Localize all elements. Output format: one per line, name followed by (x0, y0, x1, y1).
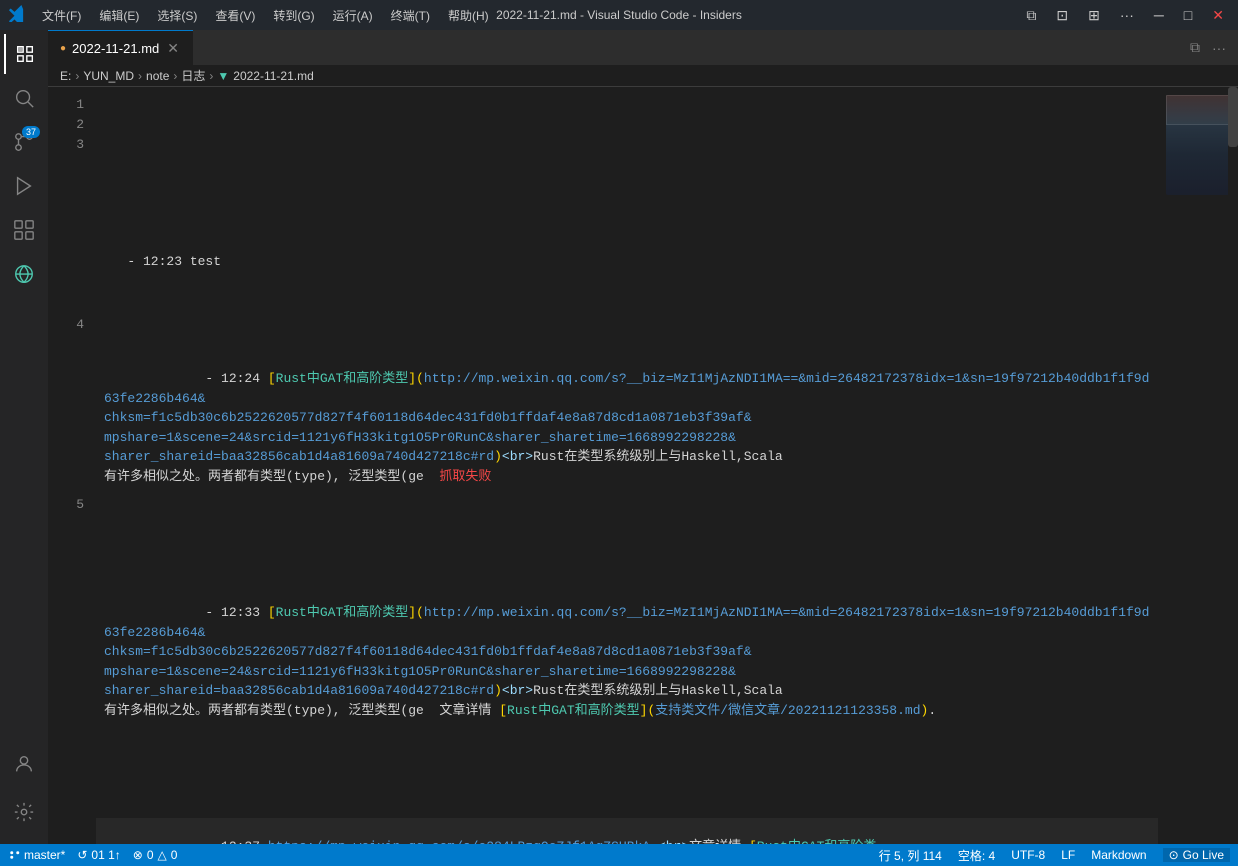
more-btn[interactable]: ··· (1114, 5, 1140, 25)
sidebar-item-remote[interactable] (4, 254, 44, 294)
title-bar-left: 文件(F) 编辑(E) 选择(S) 查看(V) 转到(G) 运行(A) 终端(T… (8, 3, 497, 28)
sidebar-item-git[interactable]: 37 (4, 122, 44, 162)
error-count: 0 (147, 848, 154, 862)
line-num-1: 1 (48, 95, 84, 115)
tab-label: 2022-11-21.md (72, 41, 159, 56)
layout-btn[interactable]: ⧉ (1020, 5, 1042, 26)
breadcrumb-file[interactable]: 2022-11-21.md (233, 69, 314, 83)
spaces-text: 空格: 4 (958, 847, 995, 864)
cursor-position[interactable]: 行 5, 列 114 (879, 847, 942, 864)
encoding-text: UTF-8 (1011, 848, 1045, 862)
editor[interactable]: 1 2 3 4 5 - 12:23 test - 12:24 [Rust中GAT… (48, 87, 1238, 844)
vscode-logo (8, 4, 26, 27)
title-bar: 文件(F) 编辑(E) 选择(S) 查看(V) 转到(G) 运行(A) 终端(T… (0, 0, 1238, 30)
scrollbar-track[interactable] (1228, 87, 1238, 844)
menu-view[interactable]: 查看(V) (207, 3, 263, 28)
go-live-icon: ⊙ (1169, 848, 1179, 862)
menu-file[interactable]: 文件(F) (34, 3, 89, 28)
line-num-4: 4 (48, 315, 84, 335)
line-num-5: 5 (48, 495, 84, 515)
indent-size[interactable]: 空格: 4 (958, 847, 995, 864)
minimap (1158, 87, 1238, 844)
sync-count: 01 1↑ (91, 848, 120, 862)
sidebar-item-explorer[interactable] (4, 34, 44, 74)
line-num-4-spacer (48, 335, 84, 495)
minimize-btn[interactable]: ─ (1148, 5, 1170, 25)
sidebar-item-extensions[interactable] (4, 210, 44, 250)
tab-dot: ● (60, 43, 66, 54)
tab-bar: ● 2022-11-21.md ✕ ⧉ ··· (48, 30, 1238, 65)
line-ending-text: LF (1061, 848, 1075, 862)
menu-goto[interactable]: 转到(G) (265, 3, 322, 28)
menu-bar[interactable]: 文件(F) 编辑(E) 选择(S) 查看(V) 转到(G) 运行(A) 终端(T… (34, 3, 497, 28)
account-icon[interactable] (4, 744, 44, 784)
activity-bar-bottom (4, 744, 44, 844)
menu-terminal[interactable]: 终端(T) (383, 3, 438, 28)
code-line-1 (96, 154, 1158, 174)
tab-actions: ⧉ ··· (1186, 30, 1238, 65)
breadcrumb-arrow-icon: ▼ (217, 69, 229, 83)
warning-count: 0 (171, 848, 178, 862)
code-line-5: - 12:37 https://mp.weixin.qq.com/s/e284L… (96, 818, 1158, 845)
git-branch[interactable]: master* (8, 848, 65, 862)
tab-2022-11-21[interactable]: ● 2022-11-21.md ✕ (48, 30, 193, 65)
activity-bar: 37 (0, 30, 48, 844)
main-layout: 37 (0, 30, 1238, 844)
menu-run[interactable]: 运行(A) (325, 3, 381, 28)
error-status[interactable]: ⊗ 0 △ 0 (133, 848, 178, 862)
more-actions-btn[interactable]: ··· (1208, 36, 1230, 60)
window-title: 2022-11-21.md - Visual Studio Code - Ins… (496, 8, 742, 22)
menu-select[interactable]: 选择(S) (149, 3, 205, 28)
window-controls: ⧉ ⊡ ⊞ ··· ─ □ ✕ (1020, 5, 1230, 26)
editor-area: ● 2022-11-21.md ✕ ⧉ ··· E: › YUN_MD › no… (48, 30, 1238, 844)
layout-btn2[interactable]: ⊡ (1050, 5, 1074, 26)
language-mode[interactable]: Markdown (1091, 848, 1146, 862)
scrollbar-thumb[interactable] (1228, 87, 1238, 147)
breadcrumb: E: › YUN_MD › note › 日志 › ▼ 2022-11-21.m… (48, 65, 1238, 87)
split-editor-btn[interactable]: ⧉ (1186, 35, 1204, 60)
code-editor[interactable]: - 12:23 test - 12:24 [Rust中GAT和高阶类型](htt… (96, 87, 1158, 844)
sync-icon: ↺ (77, 848, 87, 862)
error-icon: ⊗ (133, 848, 143, 862)
line-ending[interactable]: LF (1061, 848, 1075, 862)
go-live[interactable]: ⊙ Go Live (1163, 848, 1230, 862)
language-text: Markdown (1091, 848, 1146, 862)
layout-btn3[interactable]: ⊞ (1082, 5, 1106, 26)
breadcrumb-note[interactable]: note (146, 69, 169, 83)
git-badge: 37 (22, 126, 40, 138)
status-bar-left: master* ↺ 01 1↑ ⊗ 0 △ 0 (8, 848, 177, 862)
menu-help[interactable]: 帮助(H) (440, 3, 497, 28)
code-line-3: - 12:24 [Rust中GAT和高阶类型](http://mp.weixin… (96, 350, 1158, 506)
code-line-4: - 12:33 [Rust中GAT和高阶类型](http://mp.weixin… (96, 584, 1158, 740)
sync-status[interactable]: ↺ 01 1↑ (77, 848, 120, 862)
maximize-btn[interactable]: □ (1178, 5, 1198, 25)
branch-name: master* (24, 848, 65, 862)
status-bar: master* ↺ 01 1↑ ⊗ 0 △ 0 行 5, 列 114 空格: 4… (0, 844, 1238, 866)
sidebar-item-debug[interactable] (4, 166, 44, 206)
line-num-2: 2 (48, 115, 84, 135)
position-text: 行 5, 列 114 (879, 847, 942, 864)
sidebar-item-search[interactable] (4, 78, 44, 118)
line-num-3: 3 (48, 135, 84, 155)
warning-icon: △ (158, 848, 167, 862)
code-line-2: - 12:23 test (96, 252, 1158, 272)
breadcrumb-yunmd[interactable]: YUN_MD (83, 69, 134, 83)
status-bar-right: 行 5, 列 114 空格: 4 UTF-8 LF Markdown ⊙ Go … (879, 847, 1230, 864)
encoding[interactable]: UTF-8 (1011, 848, 1045, 862)
menu-edit[interactable]: 编辑(E) (91, 3, 147, 28)
breadcrumb-diary[interactable]: 日志 (181, 67, 205, 84)
settings-icon[interactable] (4, 792, 44, 832)
line-num-3-spacer (48, 155, 84, 315)
line-numbers: 1 2 3 4 5 (48, 87, 96, 844)
go-live-text: Go Live (1183, 848, 1224, 862)
breadcrumb-e[interactable]: E: (60, 69, 71, 83)
close-btn[interactable]: ✕ (1206, 5, 1230, 26)
tab-close-btn[interactable]: ✕ (165, 38, 181, 59)
git-branch-icon (8, 849, 20, 861)
minimap-content (1166, 95, 1234, 195)
